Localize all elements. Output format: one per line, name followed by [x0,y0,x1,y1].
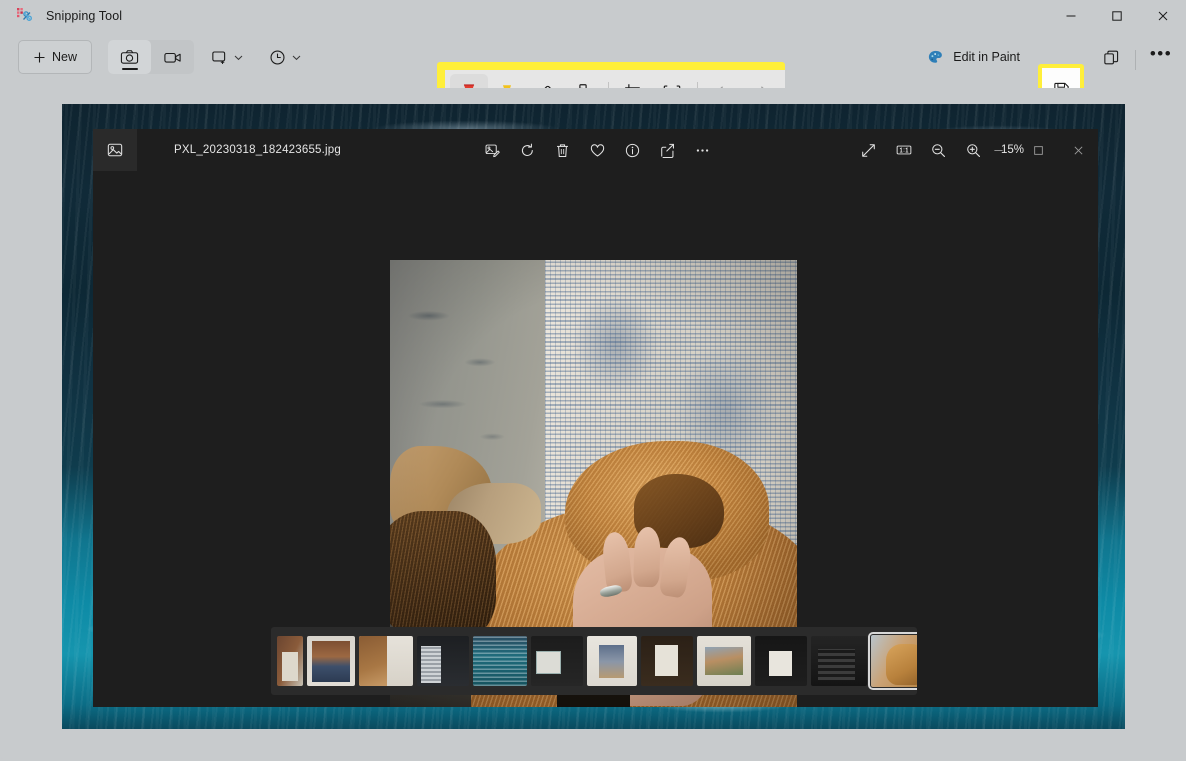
ellipsis-icon [694,142,711,159]
thumbnail-9[interactable] [697,636,751,686]
thumbnail-6[interactable] [531,636,583,686]
copy-button[interactable] [1092,40,1130,74]
photo-collection-icon[interactable] [93,129,137,171]
titlebar: Snipping Tool [0,0,1186,32]
thumbnail-5[interactable] [473,636,527,686]
new-button-label: New [52,50,77,64]
one-to-one-icon [895,141,913,159]
paint-palette-icon [927,49,944,66]
photos-close-button[interactable] [1058,129,1098,171]
edit-image-icon [484,142,501,159]
clock-icon [268,48,287,67]
snipping-tool-icon [16,7,34,25]
edit-image-button[interactable] [475,134,510,166]
photos-filename: PXL_20230318_182423655.jpg [174,144,341,156]
expand-diagonal-icon [860,142,877,159]
thumbnail-12[interactable] [871,635,917,687]
more-options-button[interactable]: ••• [1142,40,1180,74]
rectangle-snip-icon [210,48,229,67]
command-bar-separator [1135,50,1136,70]
info-button[interactable] [615,134,650,166]
thumbnail-1[interactable] [277,636,303,686]
delete-button[interactable] [545,134,580,166]
finger [633,527,662,588]
record-mode-video[interactable] [151,40,194,74]
actual-size-button[interactable] [886,134,921,166]
share-icon [659,142,676,159]
snipping-tool-window: Snipping Tool New [0,0,1186,761]
thumbnail-2[interactable] [307,636,355,686]
video-camera-icon [163,48,182,67]
copy-icon [1102,48,1121,67]
delay-picker[interactable] [262,40,308,74]
photo-filmstrip[interactable] [271,627,917,695]
more-options-button[interactable] [685,134,720,166]
fullscreen-button[interactable] [851,134,886,166]
thumbnail-11[interactable] [811,636,867,686]
thumbnail-7[interactable] [587,636,637,686]
favorite-button[interactable] [580,134,615,166]
capture-mode-group [108,40,194,74]
new-button[interactable]: New [18,40,92,74]
photos-toolbar [475,129,720,171]
window-controls [1048,0,1186,32]
command-bar: New [0,32,1186,84]
zoom-out-button[interactable] [921,134,956,166]
close-button[interactable] [1140,0,1186,32]
rotate-icon [519,142,536,159]
thumbnail-4[interactable] [417,636,469,686]
chevron-down-icon [233,52,244,63]
thumbnail-10[interactable] [755,636,807,686]
thumbnail-3[interactable] [359,636,413,686]
snip-shape-picker[interactable] [204,40,250,74]
magnifier-minus-icon [930,142,947,159]
thumbnail-8[interactable] [641,636,693,686]
edit-in-paint-button[interactable]: Edit in Paint [917,40,1030,74]
heart-icon [589,142,606,159]
camera-icon [120,48,139,67]
maximize-button[interactable] [1094,0,1140,32]
photos-minimize-button[interactable] [978,129,1018,171]
edit-in-paint-label: Edit in Paint [953,50,1020,64]
rotate-button[interactable] [510,134,545,166]
snip-canvas[interactable]: PXL_20230318_182423655.jpg [0,88,1186,761]
photos-app-window: PXL_20230318_182423655.jpg [93,129,1098,707]
trash-icon [554,142,571,159]
photos-titlebar: PXL_20230318_182423655.jpg [93,129,1098,171]
share-button[interactable] [650,134,685,166]
minimize-button[interactable] [1048,0,1094,32]
plus-icon [33,51,46,64]
photos-maximize-button[interactable] [1018,129,1058,171]
window-title: Snipping Tool [46,9,122,23]
photos-window-controls [978,129,1098,171]
dog-leg [390,511,496,641]
snip-mode-camera[interactable] [108,40,151,74]
chevron-down-icon [291,52,302,63]
info-circle-icon [624,142,641,159]
